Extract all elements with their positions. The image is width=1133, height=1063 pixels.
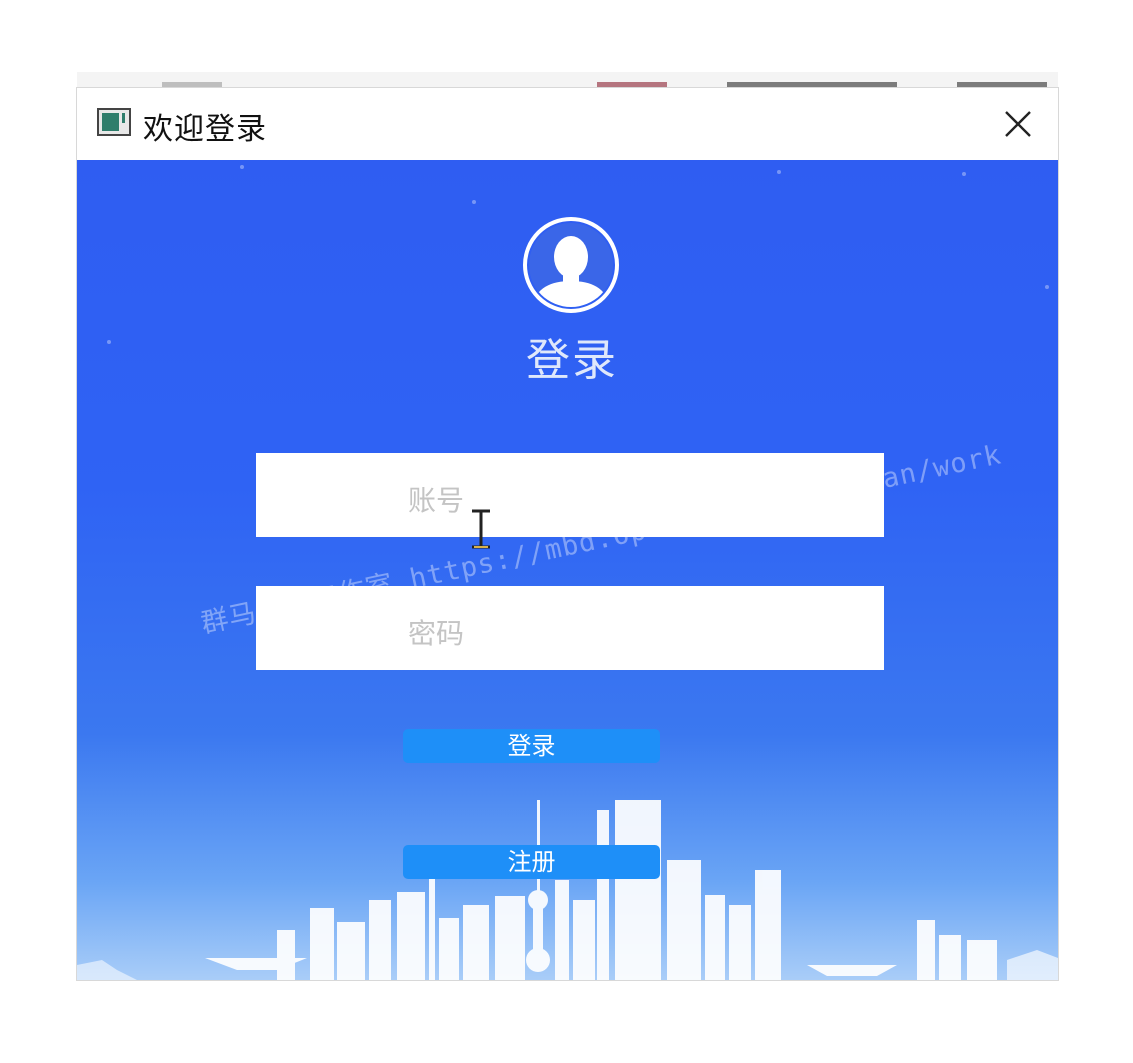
close-icon — [1005, 111, 1031, 137]
account-placeholder: 账号 — [408, 484, 465, 517]
password-input[interactable]: 密码 — [256, 586, 884, 670]
login-panel: 登录 账号 密码 登录 注册 群马视觉工作室 https://mbd.6pen.… — [77, 160, 1058, 980]
title-bar: 欢迎登录 — [77, 88, 1058, 160]
register-button[interactable]: 注册 — [403, 845, 660, 879]
window-title: 欢迎登录 — [143, 112, 267, 147]
account-input[interactable]: 账号 — [256, 453, 884, 537]
screen: 欢迎登录 登录 账号 密码 登录 注册 群马视觉工作室 https://mbd.… — [0, 0, 1133, 1063]
app-window-icon — [97, 108, 131, 136]
text-cursor-icon — [472, 509, 490, 549]
city-skyline-illustration — [77, 800, 1058, 980]
login-window: 欢迎登录 登录 账号 密码 登录 注册 群马视觉工作室 https://mbd.… — [77, 88, 1058, 980]
close-button[interactable] — [996, 102, 1040, 146]
user-avatar-icon — [523, 217, 619, 313]
login-heading: 登录 — [526, 335, 618, 386]
password-placeholder: 密码 — [408, 617, 465, 650]
login-button[interactable]: 登录 — [403, 729, 660, 763]
